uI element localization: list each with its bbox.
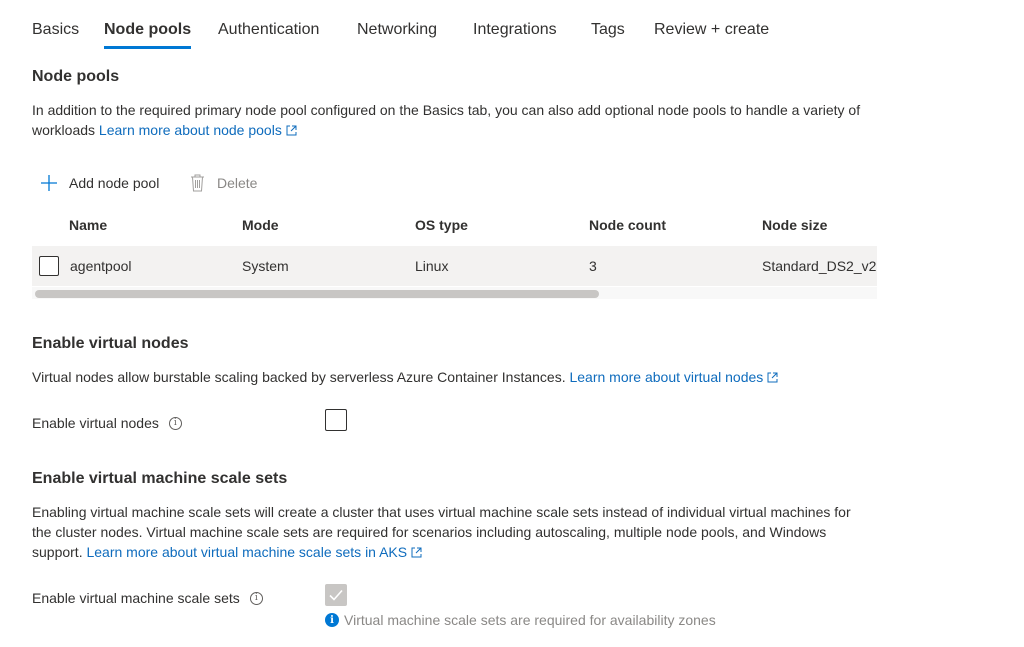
external-link-icon — [286, 125, 297, 136]
learn-more-node-pools-link[interactable]: Learn more about node pools — [99, 122, 297, 138]
vmss-label-text: Enable virtual machine scale sets — [32, 590, 240, 606]
virtual-nodes-description-text: Virtual nodes allow burstable scaling ba… — [32, 369, 566, 385]
vmss-heading: Enable virtual machine scale sets — [32, 470, 288, 487]
virtual-nodes-field-label: Enable virtual nodes i — [32, 415, 182, 431]
add-node-pool-button[interactable]: Add node pool — [40, 174, 159, 192]
agentpool-link[interactable]: agentpool — [70, 258, 132, 274]
tab-review-create[interactable]: Review + create — [654, 21, 769, 39]
vmss-description: Enabling virtual machine scale sets will… — [32, 502, 862, 562]
tab-basics[interactable]: Basics — [32, 21, 79, 39]
tab-networking[interactable]: Networking — [357, 21, 437, 39]
delete-label: Delete — [217, 175, 258, 191]
cell-node-size: Standard_DS2_v2 — [762, 258, 877, 274]
learn-more-vmss-text: Learn more about virtual machine scale s… — [86, 544, 408, 560]
external-link-icon — [411, 547, 422, 558]
virtual-nodes-description: Virtual nodes allow burstable scaling ba… — [32, 367, 932, 387]
virtual-nodes-heading: Enable virtual nodes — [32, 335, 189, 352]
row-select-checkbox[interactable] — [39, 256, 59, 276]
plus-icon — [41, 175, 57, 191]
learn-more-virtual-nodes-text: Learn more about virtual nodes — [569, 369, 764, 385]
horizontal-scrollbar-thumb[interactable] — [35, 290, 599, 298]
table-row[interactable] — [32, 246, 877, 286]
learn-more-node-pools-text: Learn more about node pools — [98, 122, 282, 138]
learn-more-virtual-nodes-link[interactable]: Learn more about virtual nodes — [569, 369, 778, 385]
checkmark-icon — [329, 589, 343, 601]
enable-vmss-checkbox — [325, 584, 347, 606]
tab-node-pools[interactable]: Node pools — [104, 21, 191, 39]
cell-node-count: 3 — [589, 258, 597, 274]
cell-os-type: Linux — [415, 258, 449, 274]
cell-mode: System — [242, 258, 289, 274]
enable-virtual-nodes-checkbox[interactable] — [325, 409, 347, 431]
external-link-icon — [767, 372, 778, 383]
virtual-nodes-label-text: Enable virtual nodes — [32, 415, 159, 431]
tab-authentication[interactable]: Authentication — [218, 21, 319, 39]
trash-icon — [191, 174, 204, 192]
node-pools-description: In addition to the required primary node… — [32, 100, 887, 140]
vmss-info-text: Virtual machine scale sets are required … — [344, 612, 716, 628]
column-header-os-type[interactable]: OS type — [415, 217, 468, 233]
learn-more-vmss-link[interactable]: Learn more about virtual machine scale s… — [86, 544, 422, 560]
column-header-node-count[interactable]: Node count — [589, 217, 666, 233]
delete-button[interactable]: Delete — [190, 174, 257, 192]
tab-integrations[interactable]: Integrations — [473, 21, 557, 39]
vmss-info-message: i Virtual machine scale sets are require… — [325, 612, 716, 628]
info-icon[interactable]: i — [249, 591, 263, 605]
active-tab-indicator — [104, 46, 191, 49]
info-icon[interactable]: i — [168, 416, 182, 430]
tab-tags[interactable]: Tags — [591, 21, 625, 39]
column-header-name[interactable]: Name — [69, 217, 107, 233]
node-pools-heading: Node pools — [32, 68, 120, 85]
info-filled-icon: i — [325, 613, 339, 627]
vmss-field-label: Enable virtual machine scale sets i — [32, 590, 263, 606]
column-header-mode[interactable]: Mode — [242, 217, 279, 233]
add-node-pool-label: Add node pool — [69, 175, 160, 191]
column-header-node-size[interactable]: Node size — [762, 217, 827, 233]
